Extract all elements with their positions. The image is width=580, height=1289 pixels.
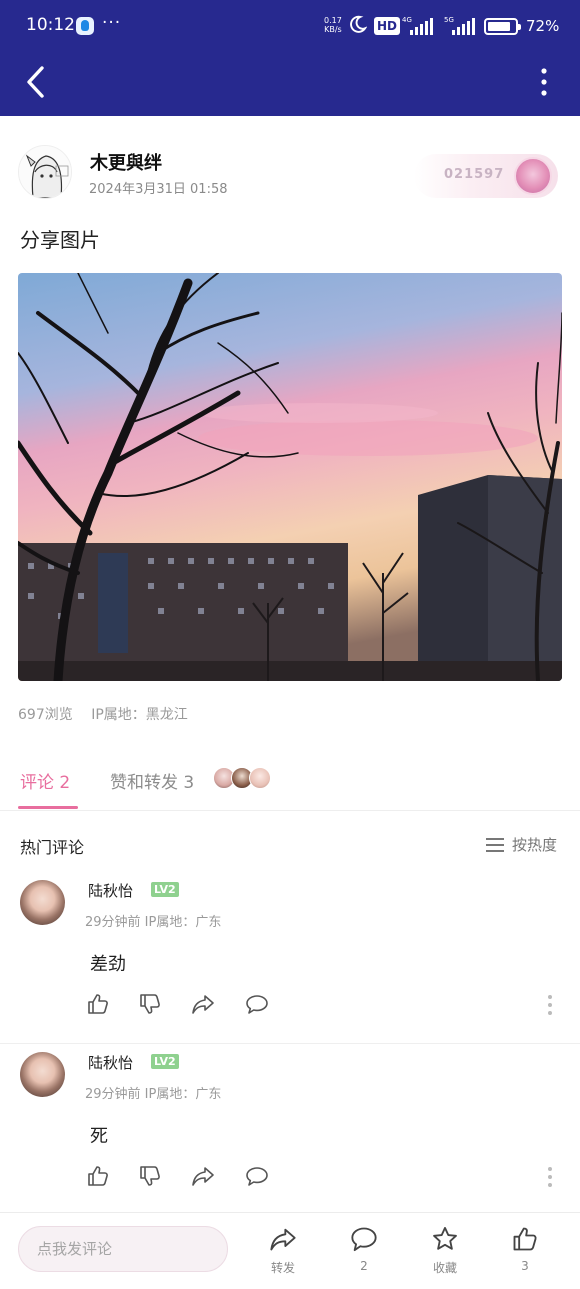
comment-meta: 29分钟前 IP属地：广东 [85,915,222,930]
comment-text: 差劲 [90,954,126,975]
more-vertical-icon[interactable] [534,66,554,98]
view-count: 697浏览 [18,707,73,723]
comment-text: 死 [90,1126,108,1147]
comment-count-button[interactable]: 2 [334,1225,394,1285]
signal-bars-icon [410,17,433,35]
author-avatar[interactable] [18,145,72,199]
more-vertical-icon[interactable] [546,1166,554,1188]
divider [0,810,580,811]
comment-bubble-icon [351,1227,377,1252]
network-speed-unit: KB/s [324,25,342,34]
comment-count: 2 [360,1259,368,1273]
badge-character-icon [514,157,552,195]
thumbs-down-icon[interactable] [138,1164,162,1188]
level-badge: LV2 [151,882,179,897]
battery-icon [484,18,521,35]
comment-item: 陆秋怡 LV2 29分钟前 IP属地：广东 差劲 [0,872,580,1044]
author-name[interactable]: 木更與绊 [90,149,162,175]
thumbs-down-icon[interactable] [138,992,162,1016]
more-notifications-icon: ··· [102,13,122,33]
favorite-label: 收藏 [432,1261,457,1275]
reply-bubble-icon[interactable] [245,992,269,1016]
fan-badge[interactable]: 021597 [414,154,558,198]
star-icon [433,1226,457,1250]
post-timestamp: 2024年3月31日 01:58 [89,182,228,197]
hd-voice-badge: HD [374,17,401,35]
tab-likes-reposts[interactable]: 赞和转发 3 [110,768,194,793]
qq-notification-icon [76,17,94,35]
share-arrow-icon [270,1228,296,1251]
active-tab-indicator [18,806,78,809]
commenter-avatar[interactable] [20,880,65,925]
sort-button[interactable]: 按热度 [486,834,557,855]
signal-bars-icon [452,17,475,35]
thumbs-up-icon[interactable] [86,1164,110,1188]
moon-icon [350,15,367,33]
like-button[interactable]: 3 [495,1225,555,1285]
comment-input[interactable] [18,1226,228,1272]
status-time: 10:12 [26,15,75,35]
post-image[interactable] [18,273,562,681]
commenter-name[interactable]: 陆秋怡 [88,880,133,901]
favorite-button[interactable]: 收藏 [415,1225,475,1285]
badge-number: 021597 [444,167,505,182]
bottom-action-bar: 转发 2 收藏 3 [0,1212,580,1289]
status-bar: 10:12 ··· 0.17 KB/s HD 4G 5G 72% [0,0,580,54]
more-vertical-icon[interactable] [546,994,554,1016]
liker-avatar [249,767,271,789]
commenter-name[interactable]: 陆秋怡 [88,1052,133,1073]
like-count: 3 [521,1259,529,1273]
comment-item: 陆秋怡 LV2 29分钟前 IP属地：广东 死 [0,1044,580,1216]
ip-location: IP属地：黑龙江 [91,707,188,723]
back-arrow-icon[interactable] [22,64,52,100]
app-header: 10:12 ··· 0.17 KB/s HD 4G 5G 72% [0,0,580,116]
repost-button[interactable]: 转发 [253,1225,313,1285]
comment-meta: 29分钟前 IP属地：广东 [85,1087,222,1102]
level-badge: LV2 [151,1054,179,1069]
menu-lines-icon [486,837,504,852]
battery-percent: 72% [526,17,560,35]
network-speed: 0.17 KB/s [324,16,342,34]
hot-comments-title: 热门评论 [20,838,85,857]
sunset-campus-photo [18,273,562,681]
sort-label: 按热度 [512,836,558,854]
reply-bubble-icon[interactable] [245,1164,269,1188]
tab-comments[interactable]: 评论 2 [20,768,70,793]
post-text: 分享图片 [20,228,100,252]
network-speed-value: 0.17 [324,16,342,25]
anime-girl-avatar-icon [19,146,71,198]
thumbs-up-icon[interactable] [86,992,110,1016]
repost-label: 转发 [270,1261,295,1275]
commenter-avatar[interactable] [20,1052,65,1097]
share-arrow-icon[interactable] [191,1164,215,1188]
thumbs-up-icon [513,1227,537,1251]
share-arrow-icon[interactable] [191,992,215,1016]
post-meta: 697浏览 IP属地：黑龙江 [18,704,202,724]
